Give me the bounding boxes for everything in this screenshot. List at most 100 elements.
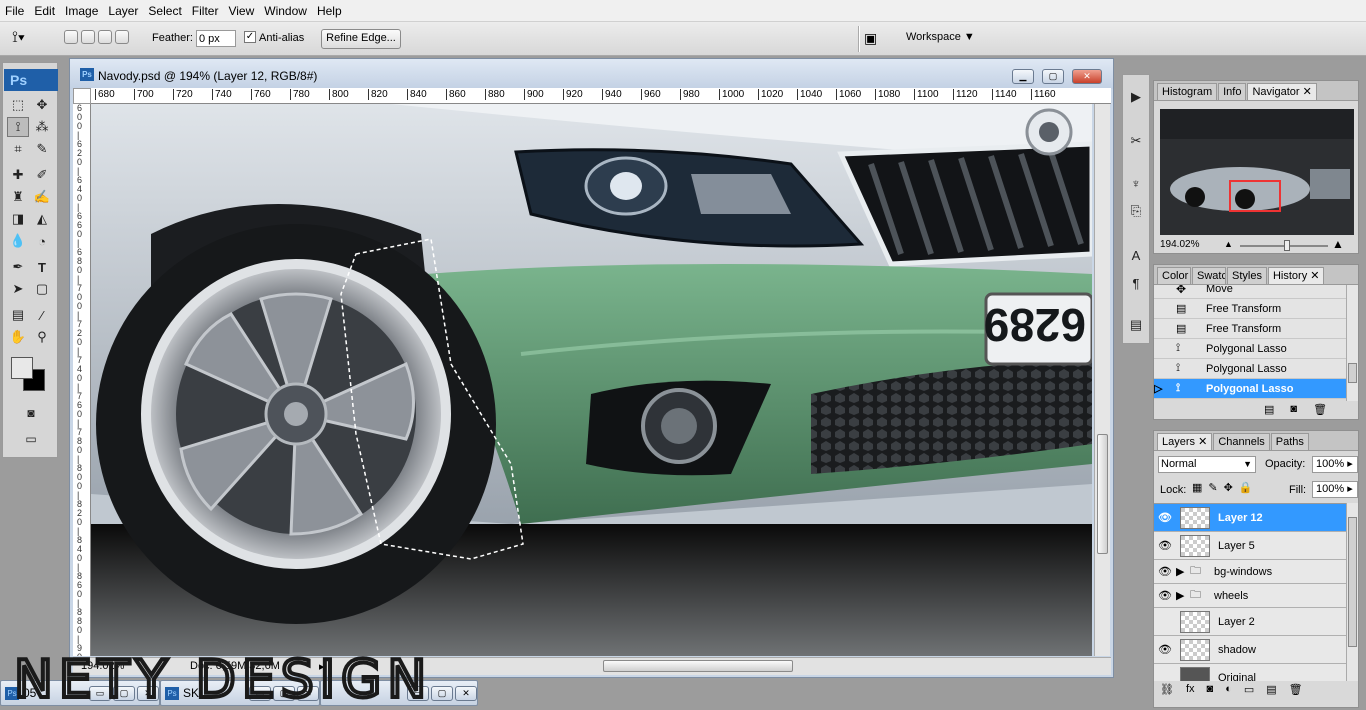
add-selection-icon[interactable]: [81, 30, 95, 44]
menu-help[interactable]: Help: [312, 0, 347, 22]
maximize-button[interactable]: ▢: [273, 685, 295, 701]
lock-all-icon[interactable]: 🔒: [1239, 481, 1253, 494]
marquee-tool-icon[interactable]: ⬚: [7, 95, 29, 115]
layer-row[interactable]: Original: [1154, 664, 1346, 681]
tab-color[interactable]: Color: [1157, 267, 1191, 284]
lasso-tool-icon[interactable]: ⟟: [7, 117, 29, 137]
minimized-doc-3[interactable]: ▭ ▢ ✕: [320, 680, 478, 706]
history-scrollbar[interactable]: [1346, 285, 1358, 401]
type-tool-icon[interactable]: T: [31, 257, 53, 277]
expand-arrow-icon[interactable]: ▶: [1176, 565, 1190, 578]
horizontal-scroll-thumb[interactable]: [603, 660, 793, 672]
minimized-doc-2[interactable]: Ps SK ▭ ▢ ✕: [160, 680, 320, 706]
crop-tool-icon[interactable]: ⌗: [7, 139, 29, 159]
fill-input[interactable]: 100% ▸: [1312, 481, 1358, 498]
layer-comps-icon[interactable]: ▤: [1125, 315, 1147, 335]
eye-icon[interactable]: 👁: [1154, 589, 1176, 602]
layers-scrollbar[interactable]: [1346, 503, 1358, 681]
blend-mode-select[interactable]: Normal ▼: [1158, 456, 1256, 473]
delete-layer-icon[interactable]: 🗑: [1289, 683, 1303, 696]
delete-state-icon[interactable]: 🗑: [1313, 403, 1327, 416]
opacity-input[interactable]: 100% ▸: [1312, 456, 1358, 473]
eyedropper-icon[interactable]: ⁄: [31, 305, 53, 325]
tab-swatches[interactable]: Swatc: [1192, 267, 1226, 284]
image-canvas[interactable]: 6289: [91, 104, 1092, 656]
status-menu-arrow[interactable]: ▸: [319, 660, 325, 673]
brush-tool-icon[interactable]: ✐: [31, 165, 53, 185]
menu-layer[interactable]: Layer: [103, 0, 143, 22]
history-item[interactable]: ▤ Free Transform: [1154, 319, 1346, 339]
screen-mode-icon[interactable]: ▭: [20, 429, 42, 449]
eye-icon[interactable]: 👁: [1154, 511, 1176, 524]
adjustment-layer-icon[interactable]: ◐: [1225, 683, 1232, 696]
shape-tool-icon[interactable]: ▢: [31, 279, 53, 299]
restore-button[interactable]: ▭: [89, 685, 111, 701]
menu-window[interactable]: Window: [259, 0, 312, 22]
character-icon[interactable]: A: [1125, 245, 1147, 265]
layer-style-icon[interactable]: fx: [1186, 683, 1195, 696]
magic-wand-icon[interactable]: ⁂: [31, 117, 53, 137]
minimized-doc-1[interactable]: Ps 05 ▭ ▢ ✕: [0, 680, 160, 706]
maximize-button[interactable]: ▢: [431, 685, 453, 701]
new-document-from-state-icon[interactable]: ▤: [1264, 403, 1274, 416]
close-button[interactable]: ✕: [297, 685, 319, 701]
lock-pixels-icon[interactable]: ✎: [1208, 481, 1217, 494]
layer-row[interactable]: 👁 shadow: [1154, 636, 1346, 664]
bridge-icon[interactable]: ▣: [864, 30, 886, 48]
slice-tool-icon[interactable]: ✎: [31, 139, 53, 159]
close-button[interactable]: ✕: [455, 685, 477, 701]
polygonal-lasso-preset-icon[interactable]: ⟟▾: [12, 29, 48, 49]
restore-button[interactable]: ▭: [407, 685, 429, 701]
close-button[interactable]: ✕: [137, 685, 159, 701]
layer-group-row[interactable]: 👁 ▶ 🗀 bg-windows: [1154, 560, 1346, 584]
history-item[interactable]: ✥ Move: [1154, 285, 1346, 299]
zoom-tool-icon[interactable]: ⚲: [31, 327, 53, 347]
ruler-origin[interactable]: [73, 88, 91, 104]
eye-icon[interactable]: 👁: [1154, 643, 1176, 656]
new-group-icon[interactable]: ▭: [1244, 683, 1254, 696]
actions-icon[interactable]: ▶: [1125, 87, 1147, 107]
menu-image[interactable]: Image: [60, 0, 103, 22]
maximize-button[interactable]: ▢: [1042, 69, 1064, 84]
notes-tool-icon[interactable]: ▤: [7, 305, 29, 325]
expand-arrow-icon[interactable]: ▶: [1176, 589, 1190, 602]
history-item[interactable]: ⟟ Polygonal Lasso: [1154, 339, 1346, 359]
vertical-scrollbar[interactable]: [1094, 104, 1110, 656]
refine-edge-button[interactable]: Refine Edge...: [321, 29, 401, 49]
tab-layers[interactable]: Layers ✕: [1157, 433, 1213, 450]
layer-group-row[interactable]: 👁 ▶ 🗀 wheels: [1154, 584, 1346, 608]
close-button[interactable]: ✕: [1072, 69, 1102, 84]
tab-styles[interactable]: Styles: [1227, 267, 1267, 284]
eye-icon[interactable]: 👁: [1154, 539, 1176, 552]
tab-history[interactable]: History ✕: [1267, 267, 1325, 284]
menu-filter[interactable]: Filter: [187, 0, 224, 22]
tab-histogram[interactable]: Histogram: [1157, 83, 1218, 100]
menu-view[interactable]: View: [223, 0, 259, 22]
intersect-selection-icon[interactable]: [115, 30, 129, 44]
tab-info[interactable]: Info: [1218, 83, 1247, 100]
tool-presets-icon[interactable]: ✂: [1125, 131, 1147, 151]
layer-row[interactable]: Layer 2: [1154, 608, 1346, 636]
maximize-button[interactable]: ▢: [113, 685, 135, 701]
layers-scroll-thumb[interactable]: [1348, 517, 1357, 647]
zoom-slider-thumb[interactable]: [1284, 240, 1290, 251]
clone-stamp-icon[interactable]: ♜: [7, 187, 29, 207]
subtract-selection-icon[interactable]: [98, 30, 112, 44]
zoom-out-icon[interactable]: ▲: [1224, 239, 1233, 249]
layer-mask-icon[interactable]: ◙: [1207, 683, 1214, 696]
antialias-checkbox[interactable]: ✓: [244, 31, 256, 43]
history-item[interactable]: ▤ Free Transform: [1154, 299, 1346, 319]
feather-input[interactable]: [196, 30, 236, 47]
zoom-in-icon[interactable]: ▲: [1332, 237, 1344, 251]
workspace-menu[interactable]: Workspace ▼: [906, 31, 975, 43]
new-snapshot-icon[interactable]: ◙: [1290, 403, 1297, 416]
eraser-tool-icon[interactable]: ◨: [7, 209, 29, 229]
blur-tool-icon[interactable]: 💧: [7, 231, 29, 251]
new-selection-icon[interactable]: [64, 30, 78, 44]
history-item-selected[interactable]: ▷ ⟟ Polygonal Lasso: [1154, 379, 1346, 399]
layer-row-selected[interactable]: 👁 Layer 12: [1154, 504, 1346, 532]
quick-mask-icon[interactable]: ◙: [20, 403, 42, 423]
clone-source-icon[interactable]: ⎘: [1125, 201, 1147, 221]
minimize-button[interactable]: ▁: [1012, 69, 1034, 84]
layer-row[interactable]: 👁 Layer 5: [1154, 532, 1346, 560]
